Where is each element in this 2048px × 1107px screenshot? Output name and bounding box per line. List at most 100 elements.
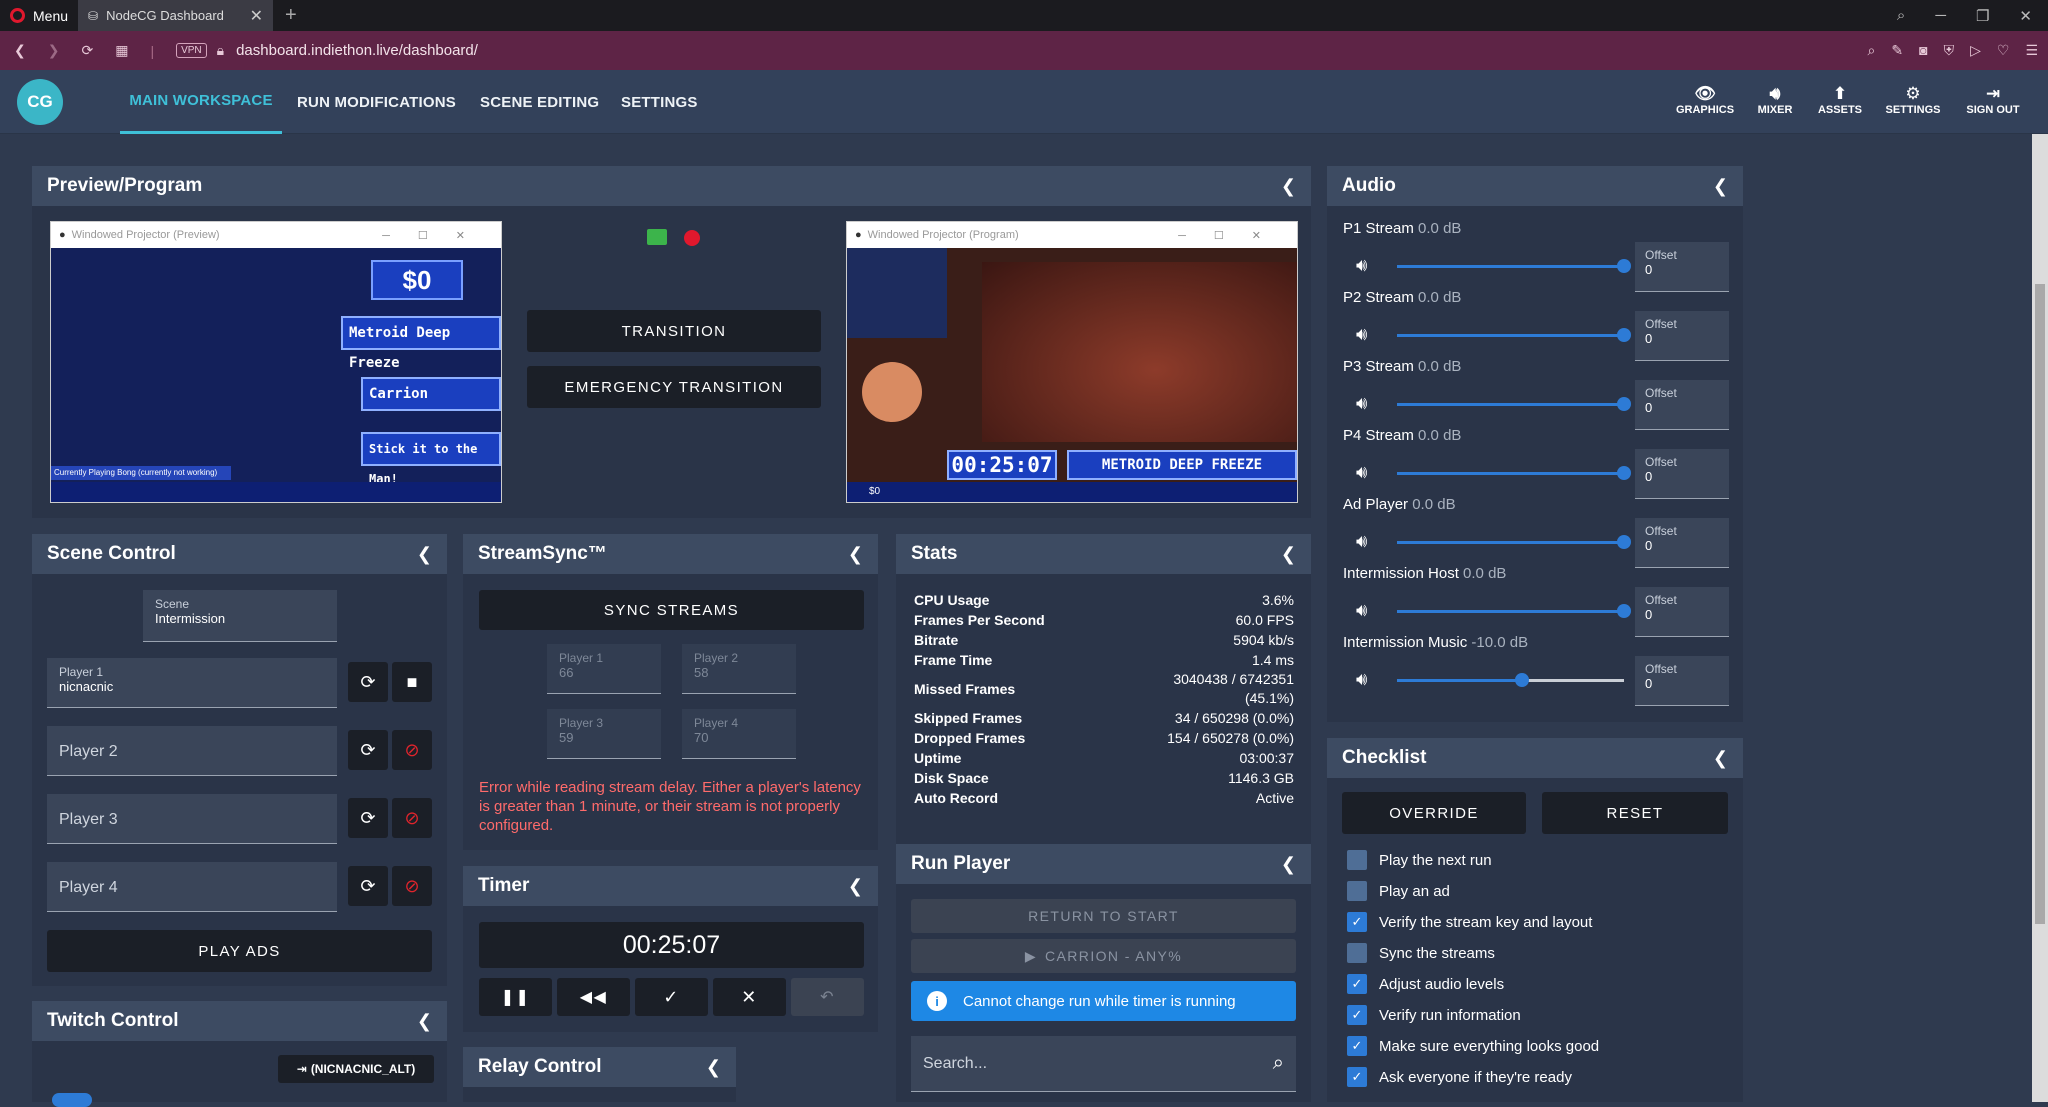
volume-icon[interactable]: 🔊︎ (1356, 462, 1367, 483)
run-search-input[interactable]: Search... ⌕ (911, 1036, 1296, 1092)
camera-off-button[interactable]: ⊘ (392, 730, 432, 770)
audio-offset-input[interactable]: Offset 0 (1635, 518, 1729, 568)
sign-out-button[interactable]: ⇥ SIGN OUT (1962, 84, 2024, 116)
collapse-chevron-icon[interactable]: ❮ (1281, 544, 1296, 565)
minimize-icon[interactable]: ─ (1935, 7, 1946, 24)
camera-off-button[interactable]: ⊘ (392, 866, 432, 906)
volume-slider-knob[interactable] (1617, 535, 1631, 549)
play-icon[interactable]: ▷ (1970, 42, 1981, 59)
audio-offset-input[interactable]: Offset 0 (1635, 380, 1729, 430)
checkbox-checked-icon[interactable]: ✓ (1347, 1005, 1367, 1025)
tab-close-icon[interactable]: ✕ (250, 6, 263, 26)
player-3-select[interactable]: Player 3 (47, 794, 337, 844)
volume-icon[interactable]: 🔊︎ (1356, 669, 1367, 690)
player-4-select[interactable]: Player 4 (47, 862, 337, 912)
forward-icon[interactable]: ❯ (48, 42, 60, 59)
back-icon[interactable]: ❮ (14, 42, 26, 59)
finish-button[interactable]: ✓ (635, 978, 708, 1016)
checklist-item[interactable]: ✓ Adjust audio levels (1347, 974, 1504, 994)
vpn-badge[interactable]: VPN (176, 43, 207, 58)
audio-offset-input[interactable]: Offset 0 (1635, 311, 1729, 361)
page-scrollbar[interactable] (2032, 134, 2048, 1102)
volume-icon[interactable]: 🔊︎ (1356, 531, 1367, 552)
collapse-chevron-icon[interactable]: ❮ (1713, 176, 1728, 197)
browser-search-icon[interactable]: ⌕ (1897, 7, 1905, 24)
volume-icon[interactable]: 🔊︎ (1356, 255, 1367, 276)
player-1-select[interactable]: Player 1 nicnacnic (47, 658, 337, 708)
search-icon[interactable]: ⌕ (1273, 1052, 1284, 1075)
volume-slider-knob[interactable] (1514, 673, 1529, 687)
find-icon[interactable]: ⌕ (1868, 42, 1876, 59)
volume-icon[interactable]: 🔊︎ (1356, 324, 1367, 345)
audio-offset-input[interactable]: Offset 0 (1635, 587, 1729, 637)
checkbox-icon[interactable] (1347, 943, 1367, 963)
volume-slider-knob[interactable] (1617, 604, 1631, 618)
reset-button[interactable]: RESET (1542, 792, 1728, 834)
collapse-chevron-icon[interactable]: ❮ (848, 876, 863, 897)
volume-icon[interactable]: 🔊︎ (1356, 600, 1367, 621)
undo-button[interactable]: ↶ (791, 978, 864, 1016)
checkbox-checked-icon[interactable]: ✓ (1347, 1067, 1367, 1087)
checkbox-checked-icon[interactable]: ✓ (1347, 974, 1367, 994)
volume-slider-knob[interactable] (1617, 328, 1631, 342)
refresh-button[interactable]: ⟳ (348, 866, 388, 906)
nodecg-logo[interactable]: CG (17, 79, 63, 125)
checklist-item[interactable]: ✓ Make sure everything looks good (1347, 1036, 1599, 1056)
checkbox-icon[interactable] (1347, 881, 1367, 901)
scrollbar-thumb[interactable] (2035, 284, 2045, 924)
heart-icon[interactable]: ♡ (1997, 42, 2010, 59)
url-field[interactable]: dashboard.indiethon.live/dashboard/ (236, 42, 478, 59)
refresh-button[interactable]: ⟳ (348, 662, 388, 702)
volume-slider-knob[interactable] (1617, 259, 1631, 273)
twitch-toggle[interactable] (52, 1093, 92, 1107)
new-tab-icon[interactable]: + (285, 4, 297, 27)
checklist-item[interactable]: Sync the streams (1347, 943, 1495, 963)
volume-slider-knob[interactable] (1617, 466, 1631, 480)
refresh-button[interactable]: ⟳ (348, 730, 388, 770)
audio-offset-input[interactable]: Offset 0 (1635, 449, 1729, 499)
pause-button[interactable]: ❚❚ (479, 978, 552, 1016)
browser-menu-button[interactable]: Menu (0, 0, 78, 31)
checkbox-checked-icon[interactable]: ✓ (1347, 1036, 1367, 1056)
tab-scene-editing[interactable]: SCENE EDITING (480, 70, 599, 134)
tab-main-workspace[interactable]: MAIN WORKSPACE (120, 70, 282, 134)
restore-icon[interactable]: ❐ (1976, 7, 1989, 25)
collapse-chevron-icon[interactable]: ❮ (848, 544, 863, 565)
next-run-button[interactable]: ▶ CARRION - ANY% (911, 939, 1296, 973)
play-ads-button[interactable]: PLAY ADS (47, 930, 432, 972)
checklist-item[interactable]: ✓ Ask everyone if they're ready (1347, 1067, 1572, 1087)
rewind-button[interactable]: ◀◀ (557, 978, 630, 1016)
twitch-account-button[interactable]: ⇥ (NICNACNIC_ALT) (278, 1055, 434, 1083)
collapse-chevron-icon[interactable]: ❮ (417, 1011, 432, 1032)
return-to-start-button[interactable]: RETURN TO START (911, 899, 1296, 933)
scene-select[interactable]: Scene Intermission (143, 590, 337, 642)
settings-button[interactable]: ⚙ SETTINGS (1880, 84, 1946, 116)
checklist-item[interactable]: Play an ad (1347, 881, 1450, 901)
collapse-chevron-icon[interactable]: ❮ (706, 1057, 721, 1078)
volume-slider-knob[interactable] (1617, 397, 1631, 411)
checkbox-checked-icon[interactable]: ✓ (1347, 912, 1367, 932)
checklist-item[interactable]: Play the next run (1347, 850, 1492, 870)
collapse-chevron-icon[interactable]: ❮ (417, 544, 432, 565)
sync-streams-button[interactable]: SYNC STREAMS (479, 590, 864, 630)
volume-icon[interactable]: 🔊︎ (1356, 393, 1367, 414)
graphics-button[interactable]: 👁︎ GRAPHICS (1675, 84, 1735, 116)
override-button[interactable]: OVERRIDE (1342, 792, 1526, 834)
tab-run-modifications[interactable]: RUN MODIFICATIONS (297, 70, 456, 134)
browser-tab-active[interactable]: ⛁ NodeCG Dashboard ✕ (78, 0, 274, 31)
player-2-select[interactable]: Player 2 (47, 726, 337, 776)
collapse-chevron-icon[interactable]: ❮ (1281, 854, 1296, 875)
easy-setup-icon[interactable]: ☰ (2025, 42, 2038, 59)
tab-settings[interactable]: SETTINGS (621, 70, 698, 134)
audio-offset-input[interactable]: Offset 0 (1635, 242, 1729, 292)
checkbox-icon[interactable] (1347, 850, 1367, 870)
assets-button[interactable]: ⬆ ASSETS (1815, 84, 1865, 116)
checklist-item[interactable]: ✓ Verify run information (1347, 1005, 1521, 1025)
refresh-button[interactable]: ⟳ (348, 798, 388, 838)
camera-off-button[interactable]: ⊘ (392, 798, 432, 838)
collapse-chevron-icon[interactable]: ❮ (1281, 176, 1296, 197)
camera-button[interactable]: ■ (392, 662, 432, 702)
snapshot-icon[interactable]: ◙ (1919, 42, 1927, 59)
forfeit-button[interactable]: ✕ (713, 978, 786, 1016)
reload-icon[interactable]: ⟳ (81, 42, 93, 59)
